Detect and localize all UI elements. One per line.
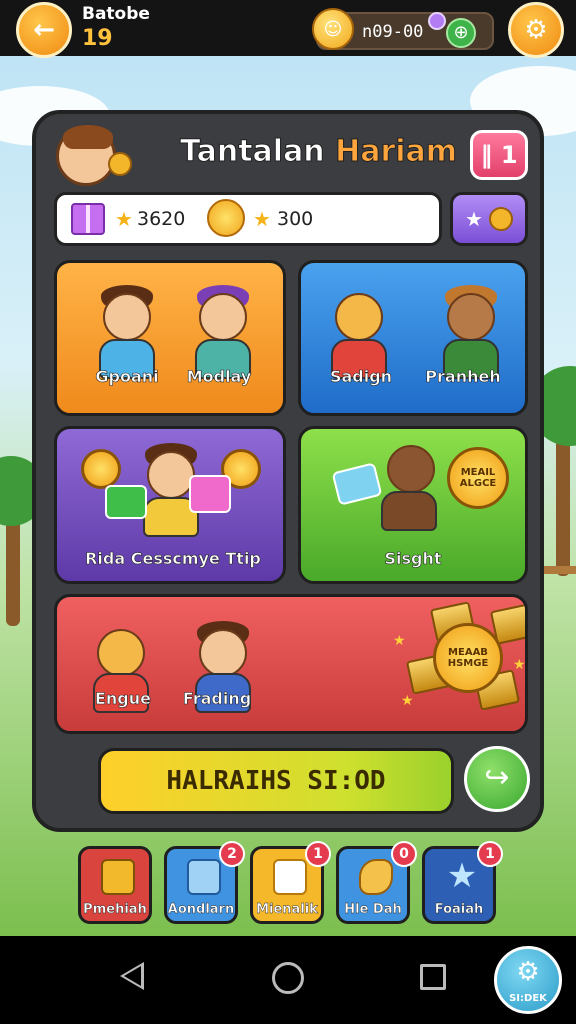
resource-bar: ★ 3620 ★ 300 xyxy=(54,192,442,246)
add-currency-button[interactable]: ⊕ xyxy=(446,18,476,48)
system-home-button[interactable] xyxy=(272,962,304,994)
card-icon xyxy=(105,485,147,519)
card-icon xyxy=(189,475,231,513)
treasure-icon xyxy=(101,859,135,895)
character-body xyxy=(381,491,437,531)
sparkle-icon: ★ xyxy=(401,693,414,709)
sparkle-icon: ★ xyxy=(393,633,406,649)
page-title: Tantalan Hariam xyxy=(180,134,458,170)
character xyxy=(147,451,195,499)
nav-label: Pmehiah xyxy=(83,902,147,917)
tile-label: Rida Cesscmye Ttip xyxy=(85,549,261,569)
title-part-2: Hariam xyxy=(335,134,458,170)
challenge-tile-blue[interactable]: Sadign Pranheh xyxy=(298,260,528,416)
challenge-tile-green[interactable]: MEAIL ALGCE Sisght xyxy=(298,426,528,584)
count-badge: 0 xyxy=(391,841,417,867)
gift-icon[interactable] xyxy=(71,203,105,235)
character xyxy=(103,293,151,341)
star-icon: ★ xyxy=(446,856,478,896)
shop-button[interactable]: ★ xyxy=(450,192,528,246)
gem-icon xyxy=(428,12,446,30)
daily-challenge-panel: Tantalan Hariam ‖ 1 ★ 3620 ★ 300 ★ Gpoan… xyxy=(32,110,544,832)
avatar xyxy=(56,125,116,186)
nav-item-hle-dah[interactable]: Hle Dah 0 xyxy=(336,841,417,924)
coin-icon xyxy=(108,152,132,176)
title-part-1: Tantalan xyxy=(180,134,326,170)
challenge-tile-purple[interactable]: Rida Cesscmye Ttip xyxy=(54,426,286,584)
nav-label: Mienalik xyxy=(256,902,318,917)
share-button[interactable]: ↪ xyxy=(464,746,530,812)
coin-text: MEAIL ALGCE xyxy=(459,467,497,489)
tile-label: Pranheh xyxy=(425,367,501,387)
sparkle-icon: ★ xyxy=(513,657,526,673)
bear-character xyxy=(97,629,145,677)
fence xyxy=(540,566,576,574)
character xyxy=(387,445,435,493)
tile-label: Sisght xyxy=(384,549,442,569)
currency-display: ☺ n09-00 ⊕ xyxy=(312,8,494,50)
floating-settings-button[interactable]: ⚙ SI:DEK xyxy=(494,946,562,1014)
star-icon: ★ xyxy=(115,207,133,231)
system-back-button[interactable] xyxy=(120,962,144,990)
bottom-nav: Pmehiah Aondlarn 2 Mienalik 1 Hle Dah 0 … xyxy=(78,841,503,926)
count-badge: 1 xyxy=(477,841,503,867)
sun-icon xyxy=(207,199,245,237)
frame-icon xyxy=(273,859,307,895)
ticket-icon xyxy=(331,462,383,506)
count-badge: 2 xyxy=(219,841,245,867)
share-arrow-icon: ↪ xyxy=(484,760,510,795)
back-arrow-icon: ← xyxy=(33,15,55,45)
challenge-tile-orange[interactable]: Gpoani Modlay xyxy=(54,260,286,416)
system-nav-bar xyxy=(0,936,576,1024)
sun-coin-icon: ☺ xyxy=(312,8,354,50)
resource-value: 300 xyxy=(277,208,314,230)
top-bar: ← Batobe 19 ☺ n09-00 ⊕ ⚙ xyxy=(0,0,576,58)
system-recents-button[interactable] xyxy=(420,964,446,990)
bear-character xyxy=(335,293,383,341)
nav-label: Aondlarn xyxy=(167,902,235,917)
character xyxy=(199,293,247,341)
resource-value: 3620 xyxy=(137,208,186,230)
coin-icon xyxy=(81,449,121,489)
character xyxy=(199,629,247,677)
nav-item-aondlarn[interactable]: Aondlarn 2 xyxy=(164,841,245,924)
magnifier-coin-icon: MEAIL ALGCE xyxy=(447,447,509,509)
tile-label: Modlay xyxy=(186,367,252,387)
play-button[interactable]: HALRAIHS SI:OD xyxy=(98,748,454,814)
tile-label: Frading xyxy=(182,689,252,709)
player-level: 19 xyxy=(82,26,113,51)
gear-icon: ⚙ xyxy=(524,15,548,45)
floating-button-label: SI:DEK xyxy=(509,993,547,1004)
pause-badge-button[interactable]: ‖ 1 xyxy=(470,130,528,180)
currency-value: n09-00 xyxy=(362,22,424,42)
gear-icon: ⚙ xyxy=(516,957,540,987)
coin-icon xyxy=(488,207,513,231)
star-icon: ★ xyxy=(465,207,483,231)
nav-label: Hle Dah xyxy=(344,902,402,917)
nav-item-mienalik[interactable]: Mienalik 1 xyxy=(250,841,331,924)
banana-icon xyxy=(359,859,393,895)
box-icon xyxy=(187,859,221,895)
count-badge: 1 xyxy=(305,841,331,867)
nav-label: Foaiah xyxy=(434,902,484,917)
player-name: Batobe xyxy=(82,4,150,24)
big-coin-icon: MEAAB HSMGE xyxy=(433,623,503,693)
challenge-tile-red[interactable]: Engue Frading MEAAB HSMGE ★ ★ ★ xyxy=(54,594,528,734)
back-button[interactable]: ← xyxy=(16,2,72,58)
coin-text: MEAAB HSMGE xyxy=(447,647,489,669)
nav-item-foaiah[interactable]: ★ Foaiah 1 xyxy=(422,841,503,924)
nav-item-pmehiah[interactable]: Pmehiah xyxy=(78,846,152,924)
character xyxy=(447,293,495,341)
settings-button[interactable]: ⚙ xyxy=(508,2,564,58)
star-icon: ★ xyxy=(253,207,271,231)
